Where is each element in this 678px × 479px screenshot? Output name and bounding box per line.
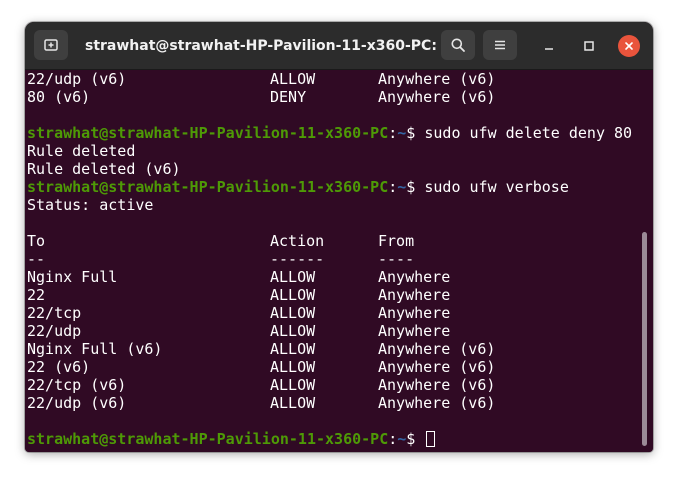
search-button[interactable]: [441, 30, 475, 60]
rule-to: 22 (v6): [27, 358, 91, 376]
prompt-path: ~: [397, 124, 407, 142]
prompt-line: strawhat@strawhat-HP-Pavilion-11-x360-PC…: [27, 178, 653, 196]
table-row: Nginx Full (v6) ALLOW Anywhere (v6): [27, 340, 653, 358]
table-row: -- ------ ----: [27, 250, 653, 268]
rule-action: ALLOW: [270, 322, 316, 340]
search-icon: [451, 38, 465, 52]
prompt-user-host: strawhat@strawhat-HP-Pavilion-11-x360-PC: [27, 124, 389, 142]
table-row: 22 (v6) ALLOW Anywhere (v6): [27, 358, 653, 376]
rule-to: 22/tcp (v6): [27, 376, 127, 394]
rule-from: Anywhere (v6): [378, 394, 496, 412]
rule-from: ----: [378, 250, 415, 268]
terminal-output[interactable]: 22/udp (v6) ALLOW Anywhere (v6) 80 (v6) DENY…: [25, 70, 653, 452]
rule-action: ALLOW: [270, 376, 316, 394]
rule-action: DENY: [270, 88, 307, 106]
rule-from: Anywhere (v6): [378, 340, 496, 358]
prompt-colon: :: [388, 124, 398, 142]
table-row: 22/udp (v6) ALLOW Anywhere (v6): [27, 394, 653, 412]
rule-action: Action: [270, 232, 325, 250]
title-bar[interactable]: strawhat@strawhat-HP-Pavilion-11-x360-PC…: [25, 22, 653, 70]
table-row: To Action From: [27, 232, 653, 250]
rule-from: Anywhere (v6): [378, 376, 496, 394]
hamburger-menu-icon: [495, 40, 505, 50]
prompt-user-host: strawhat@strawhat-HP-Pavilion-11-x360-PC: [27, 178, 389, 196]
prompt-line: strawhat@strawhat-HP-Pavilion-11-x360-PC…: [27, 124, 653, 142]
minimize-icon: [545, 48, 553, 50]
table-row: 22/udp ALLOW Anywhere: [27, 322, 653, 340]
rule-from: Anywhere: [378, 286, 451, 304]
rule-to: 22/udp (v6): [27, 70, 127, 88]
rule-to: Nginx Full (v6): [27, 340, 163, 358]
minimize-button[interactable]: [539, 36, 559, 56]
output-text: Rule deleted (v6): [27, 160, 181, 178]
prompt-dollar: $: [406, 178, 425, 196]
table-row: 22/udp (v6) ALLOW Anywhere (v6): [27, 70, 653, 88]
output-text: Rule deleted: [27, 142, 136, 160]
prompt-dollar: $: [406, 124, 425, 142]
prompt-colon: :: [388, 430, 398, 448]
scrollbar[interactable]: [642, 232, 647, 446]
rule-action: ALLOW: [270, 304, 316, 322]
command-text: sudo ufw delete deny 80: [424, 124, 633, 142]
rule-to: Nginx Full: [27, 268, 118, 286]
rule-from: Anywhere: [378, 268, 451, 286]
terminal-window: strawhat@strawhat-HP-Pavilion-11-x360-PC…: [25, 22, 653, 452]
prompt-path: ~: [397, 178, 407, 196]
rule-action: ALLOW: [270, 358, 316, 376]
rule-to: 22/tcp: [27, 304, 82, 322]
rule-to: --: [27, 250, 46, 268]
rule-to: 22/udp (v6): [27, 394, 127, 412]
rule-action: ALLOW: [270, 340, 316, 358]
close-icon: [625, 42, 633, 50]
table-row: 22/tcp (v6) ALLOW Anywhere (v6): [27, 376, 653, 394]
prompt-line: strawhat@strawhat-HP-Pavilion-11-x360-PC…: [27, 430, 653, 448]
prompt-user-host: strawhat@strawhat-HP-Pavilion-11-x360-PC: [27, 430, 389, 448]
new-tab-icon: [44, 39, 58, 51]
new-tab-button[interactable]: [34, 30, 68, 60]
rule-to: 80 (v6): [27, 88, 91, 106]
table-row: 22 ALLOW Anywhere: [27, 286, 653, 304]
table-row: 22/tcp ALLOW Anywhere: [27, 304, 653, 322]
maximize-icon: [584, 41, 594, 51]
prompt-path: ~: [397, 430, 407, 448]
output-line: Rule deleted (v6): [27, 160, 653, 178]
rule-from: From: [378, 232, 415, 250]
output-line: Status: active: [27, 196, 653, 214]
output-line: Rule deleted: [27, 142, 653, 160]
rule-action: ALLOW: [270, 268, 316, 286]
command-text: sudo ufw verbose: [424, 178, 569, 196]
text-cursor[interactable]: [426, 431, 436, 447]
rule-from: Anywhere (v6): [378, 70, 496, 88]
maximize-button[interactable]: [579, 36, 599, 56]
rule-from: Anywhere (v6): [378, 358, 496, 376]
menu-button[interactable]: [483, 30, 517, 60]
rule-from: Anywhere (v6): [378, 88, 496, 106]
output-text: Status: active: [27, 196, 154, 214]
rule-from: Anywhere: [378, 322, 451, 340]
rule-to: To: [27, 232, 46, 250]
close-button[interactable]: [618, 35, 640, 57]
rule-to: 22: [27, 286, 46, 304]
rule-action: ALLOW: [270, 70, 316, 88]
table-row: Nginx Full ALLOW Anywhere: [27, 268, 653, 286]
rule-from: Anywhere: [378, 304, 451, 322]
window-title: strawhat@strawhat-HP-Pavilion-11-x360-PC…: [85, 38, 454, 54]
rule-to: 22/udp: [27, 322, 82, 340]
rule-action: ALLOW: [270, 286, 316, 304]
rule-action: ------: [270, 250, 325, 268]
table-row: 80 (v6) DENY Anywhere (v6): [27, 88, 653, 106]
prompt-colon: :: [388, 178, 398, 196]
rule-action: ALLOW: [270, 394, 316, 412]
prompt-dollar: $: [406, 430, 425, 448]
